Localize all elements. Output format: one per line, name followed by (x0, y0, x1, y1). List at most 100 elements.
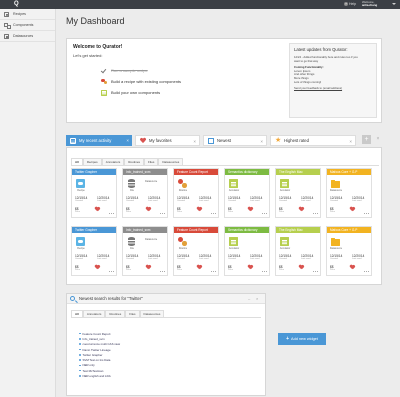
divider (71, 165, 379, 166)
tab-datasources[interactable]: Datasources (139, 310, 165, 317)
close-button[interactable]: × (256, 296, 258, 301)
component-card[interactable]: Semantics dictionary Annotator 12/15/14 12/… (224, 226, 270, 276)
more-options-icon[interactable] (262, 271, 267, 273)
component-card[interactable]: Mafous Core + G.P Datasource 12/15/14 12/20… (326, 168, 372, 218)
add-widget-label: Add new widget (291, 337, 318, 341)
more-options-icon[interactable] (160, 271, 165, 273)
tab-recent-activity[interactable]: My recent activity × (66, 135, 132, 146)
more-options-icon[interactable] (313, 213, 318, 215)
tab-all[interactable]: All (71, 158, 83, 165)
more-options-icon[interactable] (109, 213, 114, 215)
component-card[interactable]: Feature Count Report Routine 12/15/14 12/20… (173, 168, 219, 218)
bullet-icon (79, 348, 81, 351)
card-type: Annotator (279, 189, 291, 192)
heart-icon[interactable] (248, 265, 253, 270)
created-label: Created (330, 200, 338, 202)
more-options-icon[interactable] (262, 213, 267, 215)
tab-routines[interactable]: Routines (105, 310, 126, 317)
card-title[interactable]: Twitter Grapher (72, 169, 116, 175)
more-options-icon[interactable] (160, 213, 165, 215)
heart-icon[interactable] (146, 207, 151, 212)
heart-icon[interactable] (248, 207, 253, 212)
tab-files[interactable]: Files (144, 158, 159, 165)
close-widget-button[interactable]: × (374, 135, 382, 144)
help-link[interactable]: ? Help (344, 2, 356, 7)
chevron-down-icon[interactable] (392, 3, 396, 5)
updates-title: Latest updates from Qurator: (294, 47, 348, 52)
component-card[interactable]: Info_trained_svm File Datasource 12/15/14 12… (122, 168, 168, 218)
heart-icon[interactable] (95, 265, 100, 270)
component-card[interactable]: Mafous Core + G.P Datasource 12/15/14 12/20… (326, 226, 372, 276)
last-used-label: Last used (250, 258, 260, 260)
tab-annotators[interactable]: Annotators (101, 158, 125, 165)
twitter-icon (76, 179, 85, 188)
card-title[interactable]: Feature Count Report (174, 169, 218, 175)
card-title[interactable]: Semantics dictionary (225, 169, 269, 175)
add-widget-button[interactable]: + Add new widget (278, 333, 326, 345)
heart-icon[interactable] (299, 265, 304, 270)
sidebar-item-recipes[interactable]: Recipes (0, 9, 55, 20)
heart-icon[interactable] (146, 265, 151, 270)
card-title[interactable]: The English Mac (276, 227, 320, 233)
close-icon[interactable]: × (349, 139, 352, 144)
heart-icon[interactable] (350, 265, 355, 270)
card-title[interactable]: Semantics dictionary (225, 227, 269, 233)
heart-icon[interactable] (197, 207, 202, 212)
add-tab-button[interactable]: + (362, 135, 371, 144)
tab-annotators[interactable]: Annotators (82, 310, 106, 317)
created-label: Created (279, 200, 287, 202)
component-card[interactable]: The English Mac Annotator 12/15/14 12/20/14… (275, 168, 321, 218)
component-card[interactable]: Twitter Grapher Recipe 12/15/14 12/20/14 Cre… (71, 168, 117, 218)
component-card[interactable]: The English Mac Annotator 12/15/14 12/20/14… (275, 226, 321, 276)
tab-all[interactable]: All (71, 310, 83, 317)
list-item[interactable]: NER english and LDA (79, 373, 120, 378)
tab-newest[interactable]: Newest × (203, 135, 267, 146)
component-card[interactable]: Twitter Grapher Recipe 12/15/14 12/20/14 Cre… (71, 226, 117, 276)
close-icon[interactable]: × (193, 139, 196, 144)
component-card[interactable]: Info_trained_svm File Datasource 12/15/14 12… (122, 226, 168, 276)
more-options-icon[interactable] (211, 213, 216, 215)
card-title[interactable]: Info_trained_svm (123, 169, 167, 175)
tab-routines[interactable]: Routines (124, 158, 145, 165)
card-title[interactable]: Feature Count Report (174, 227, 218, 233)
tab-highest-rated[interactable]: ★ Highest rated × (270, 135, 356, 146)
close-icon[interactable]: × (126, 138, 129, 143)
more-options-icon[interactable] (313, 271, 318, 273)
component-card[interactable]: Semantics dictionary Annotator 12/15/14 12/… (224, 168, 270, 218)
more-options-icon[interactable] (211, 271, 216, 273)
user-name: anlia.zhang (362, 3, 378, 8)
user-menu[interactable]: Welcome, anlia.zhang (362, 0, 378, 8)
heart-icon[interactable] (299, 207, 304, 212)
feedback-link[interactable]: Send your feedback to (email address) (294, 87, 372, 91)
app-logo[interactable]: Q (14, 1, 20, 8)
heart-icon[interactable] (197, 265, 202, 270)
sidebar-item-components[interactable]: Components (0, 20, 55, 31)
heart-icon[interactable] (95, 207, 100, 212)
card-title[interactable]: Mafous Core + G.P (327, 227, 371, 233)
more-options-icon[interactable] (364, 213, 369, 215)
list-item[interactable]: cooccurrence multi CAS view (79, 342, 120, 347)
tab-label: My recent activity (79, 138, 112, 143)
tab-recipes[interactable]: Recipes (82, 158, 102, 165)
step-build-existing[interactable]: Build a recipe with existing components (101, 76, 181, 87)
step-run-sample[interactable]: Run a sample recipe (101, 65, 181, 76)
created-label: Created (126, 200, 134, 202)
more-options-icon[interactable] (364, 271, 369, 273)
minimize-button[interactable]: – (248, 296, 250, 301)
tab-datasources[interactable]: Datasources (158, 158, 184, 165)
page-title: My Dashboard (66, 16, 125, 26)
card-title[interactable]: Twitter Grapher (72, 227, 116, 233)
card-title[interactable]: Mafous Core + G.P (327, 169, 371, 175)
sidebar-item-datasources[interactable]: Datasources (0, 31, 55, 42)
close-icon[interactable]: × (260, 139, 263, 144)
page-icon (208, 137, 214, 144)
heart-icon[interactable] (350, 207, 355, 212)
more-options-icon[interactable] (109, 271, 114, 273)
tab-favorites[interactable]: My favorites × (135, 135, 200, 146)
component-card[interactable]: Feature Count Report Routine 12/15/14 12/20… (173, 226, 219, 276)
step-build-own[interactable]: Build your own components (101, 87, 181, 98)
card-title[interactable]: The English Mac (276, 169, 320, 175)
tab-files[interactable]: Files (125, 310, 140, 317)
card-title[interactable]: Info_trained_svm (123, 227, 167, 233)
card-type: File (130, 189, 134, 192)
